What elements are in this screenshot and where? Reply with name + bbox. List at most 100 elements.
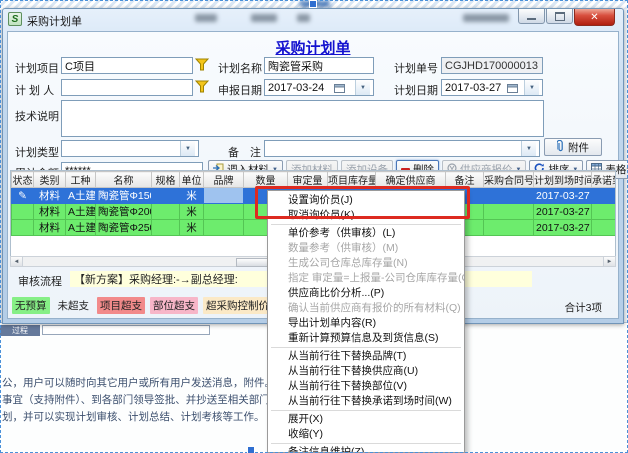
column-header[interactable]: 计划到场时间	[534, 172, 592, 188]
chevron-down-icon[interactable]: ▼	[524, 80, 539, 95]
cell-arrival[interactable]: 2017-03-27	[534, 220, 592, 236]
planner-label: 计 划 人	[15, 82, 54, 98]
total-items-status: 合计3项	[565, 300, 602, 315]
menu-item-recalc-budget[interactable]: 重新计算预算信息及到货信息(S)	[268, 331, 464, 346]
chevron-down-icon[interactable]: ▼	[355, 80, 370, 95]
column-header[interactable]: 规格	[152, 172, 180, 188]
attachment-button[interactable]: 附件	[544, 138, 602, 156]
cell-spec[interactable]	[152, 188, 180, 204]
legend-over-control: 超采购控制价	[203, 297, 272, 314]
menu-item-replace-part-down[interactable]: 从当前行往下替换部位(V)	[268, 379, 464, 394]
cell-arrival[interactable]: 2017-03-27	[534, 188, 592, 204]
column-header[interactable]: 品牌	[204, 172, 244, 188]
cell-spec[interactable]	[152, 204, 180, 220]
menu-item-confirm-quoted-materials: 确认当前供应商有报价的所有材料(Q)	[268, 301, 464, 316]
background-tab: 过程	[0, 325, 40, 336]
column-header[interactable]: 备注	[446, 172, 484, 188]
column-header[interactable]: 名称	[96, 172, 152, 188]
column-header[interactable]: 状态	[12, 172, 34, 188]
maximize-icon	[555, 12, 565, 21]
cell-promise[interactable]	[592, 188, 617, 204]
plan-date-input[interactable]: 2017-03-27 ▼	[441, 79, 543, 96]
cell-worktype[interactable]: A土建	[66, 188, 96, 204]
declare-date-input[interactable]: 2017-03-24 ▼	[264, 79, 374, 96]
plan-type-select[interactable]: ▼	[61, 140, 199, 157]
calendar-icon	[334, 83, 345, 93]
scroll-left-arrow[interactable]: ◄	[11, 257, 23, 266]
cell-brand-active[interactable]	[204, 188, 244, 204]
cell-category[interactable]: 材料	[34, 220, 66, 236]
scroll-right-arrow[interactable]: ►	[603, 257, 615, 266]
cell-unit[interactable]: 米	[180, 220, 204, 236]
remark-combo[interactable]: ▼	[264, 140, 540, 157]
column-header[interactable]: 数量	[244, 172, 288, 188]
chevron-down-icon[interactable]: ▼	[521, 141, 536, 156]
column-header[interactable]: 单位	[180, 172, 204, 188]
menu-item-replace-promise-time-down[interactable]: 从当前行往下替换承诺到场时间(W)	[268, 394, 464, 409]
planner-input[interactable]	[61, 79, 193, 96]
row-status-pencil-icon: ✎	[12, 188, 34, 204]
cell-unit[interactable]: 米	[180, 188, 204, 204]
column-header[interactable]: 确定供应商	[376, 172, 446, 188]
legend-not-over: 未超支	[55, 297, 93, 314]
cell-brand[interactable]	[204, 220, 244, 236]
cell-category[interactable]: 材料	[34, 204, 66, 220]
plan-project-input[interactable]: C项目	[61, 57, 193, 74]
cell-name[interactable]: 陶瓷管Φ250	[96, 220, 152, 236]
column-header[interactable]: 采购合同号	[484, 172, 534, 188]
cell-name[interactable]: 陶瓷管Φ200	[96, 204, 152, 220]
filter-clear-icon[interactable]	[195, 58, 210, 71]
cell-arrival[interactable]: 2017-03-27	[534, 204, 592, 220]
remark-label: 备 注	[228, 144, 261, 160]
menu-item-remark-maintain[interactable]: 备注信息维护(Z)	[268, 445, 464, 453]
cell-status[interactable]	[12, 204, 34, 220]
window-title: 采购计划单	[27, 13, 82, 29]
menu-separator	[271, 410, 461, 411]
column-header[interactable]: 审定量	[288, 172, 328, 188]
menu-item-unit-price-ref[interactable]: 单价参考（供审核）(L)	[268, 226, 464, 241]
cell-promise[interactable]	[592, 220, 617, 236]
close-button[interactable]: ✕	[574, 9, 615, 26]
menu-item-cancel-inquirer[interactable]: 取消询价员(K)	[268, 208, 464, 223]
column-header[interactable]: 承诺到	[592, 172, 617, 188]
menu-item-replace-supplier-down[interactable]: 从当前行往下替换供应商(U)	[268, 364, 464, 379]
tech-note-label: 技术说明	[15, 108, 59, 124]
attachment-label: 附件	[568, 140, 589, 155]
minimize-button[interactable]	[518, 9, 545, 24]
cell-spec[interactable]	[152, 220, 180, 236]
column-header[interactable]: 工种	[66, 172, 96, 188]
declare-date-value: 2017-03-24	[268, 82, 324, 94]
column-header[interactable]: 项目库存量	[328, 172, 376, 188]
menu-item-collapse[interactable]: 收缩(Y)	[268, 427, 464, 442]
menu-item-export-plan[interactable]: 导出计划单内容(R)	[268, 316, 464, 331]
cell-contract[interactable]	[484, 220, 534, 236]
filter-clear-icon[interactable]	[195, 80, 210, 93]
cell-contract[interactable]	[484, 204, 534, 220]
cell-worktype[interactable]: A土建	[66, 220, 96, 236]
declare-date-label: 申报日期	[218, 82, 262, 98]
menu-separator	[271, 224, 461, 225]
blurred-text	[297, 14, 310, 22]
cell-category[interactable]: 材料	[34, 188, 66, 204]
cell-status[interactable]	[12, 220, 34, 236]
tech-note-textarea[interactable]	[61, 100, 544, 137]
menu-item-qty-ref: 数量参考（供审核）(M)	[268, 241, 464, 256]
maximize-button[interactable]	[546, 9, 573, 24]
menu-item-supplier-price-analysis[interactable]: 供应商比价分析...(P)	[268, 286, 464, 301]
menu-item-replace-brand-down[interactable]: 从当前行往下替换品牌(T)	[268, 349, 464, 364]
cell-brand[interactable]	[204, 204, 244, 220]
window-controls: ✕	[517, 9, 615, 26]
close-icon: ✕	[590, 12, 598, 23]
menu-item-expand[interactable]: 展开(X)	[268, 412, 464, 427]
column-header[interactable]: 类别	[34, 172, 66, 188]
cell-promise[interactable]	[592, 204, 617, 220]
chevron-down-icon[interactable]: ▼	[180, 141, 195, 156]
menu-item-set-inquirer[interactable]: 设置询价员(J)	[268, 193, 464, 208]
cell-worktype[interactable]: A土建	[66, 204, 96, 220]
cell-name[interactable]: 陶瓷管Φ150	[96, 188, 152, 204]
cell-unit[interactable]: 米	[180, 204, 204, 220]
blurred-text	[251, 14, 277, 22]
plan-name-input[interactable]: 陶瓷管采购	[264, 57, 374, 74]
cell-contract[interactable]	[484, 188, 534, 204]
menu-item-gen-warehouse-stock: 生成公司仓库总库存量(N)	[268, 256, 464, 271]
